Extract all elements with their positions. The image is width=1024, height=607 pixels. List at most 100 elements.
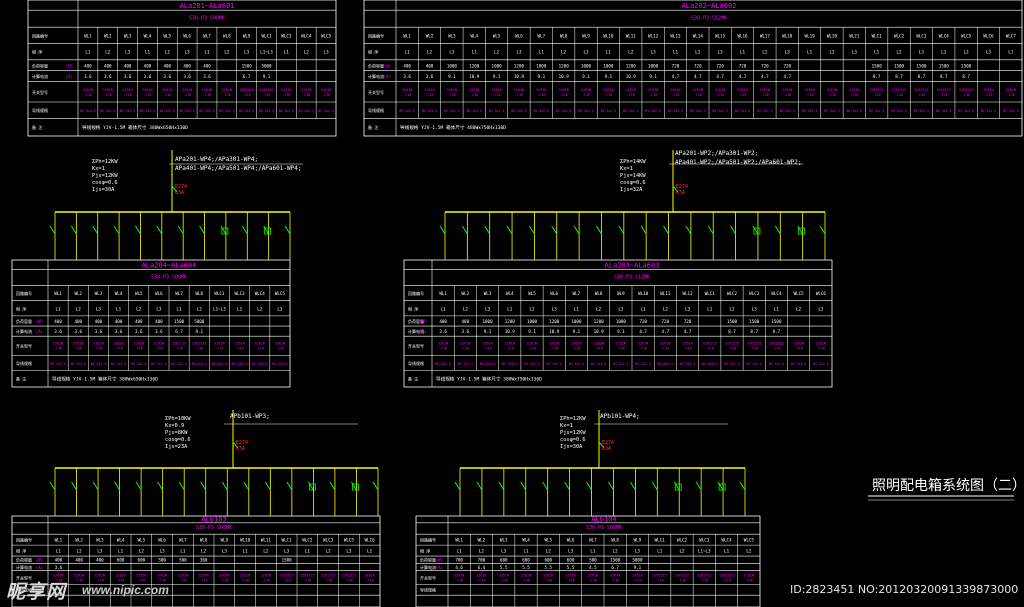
circuit-cell: WL1 <box>439 291 447 296</box>
breaker-rating: -C16 <box>604 93 612 97</box>
phase-cell: L3 <box>618 306 624 311</box>
feeder-source-label: APb101-WP3; <box>230 413 270 420</box>
breaker-type: S261N <box>1006 88 1016 92</box>
row-label: 计算电流 <box>16 328 32 334</box>
current-cell: 4.5 <box>589 565 597 570</box>
load-cell: 600 <box>567 558 575 563</box>
current-cell: 3.6 <box>164 74 172 79</box>
breaker-type: S261N <box>660 342 670 346</box>
unit-kw: (W) <box>36 319 43 324</box>
current-cell: 10.9 <box>594 329 605 334</box>
wire-spec: BV-3x2.5 <box>467 109 482 113</box>
wire-spec: BV-3x2.5 <box>232 362 247 366</box>
phase-cell: L3 <box>568 549 574 554</box>
branch-breaker-symbol <box>551 225 558 235</box>
phase-cell: L2 <box>796 306 802 311</box>
breaker-rating: -C16 <box>694 93 702 97</box>
load-cell: 360 <box>200 558 208 563</box>
wire-spec: BV-3x2.5 <box>569 362 584 366</box>
load-cell: 1500 <box>174 319 185 324</box>
breaker-rating: -C16 <box>124 93 132 97</box>
branch-breaker-symbol <box>178 481 185 491</box>
breaker-type: S261N <box>581 88 591 92</box>
load-cell: 720 <box>639 319 647 324</box>
wire-spec: BV-3x2.5 <box>192 362 207 366</box>
circuit-cell: WL8 <box>200 538 208 543</box>
breaker-rating: -C16 <box>104 93 112 97</box>
breaker-rating: -C16 <box>738 93 746 97</box>
load-cell: 600 <box>138 558 146 563</box>
phase-cell: L1 <box>243 549 249 554</box>
current-cell: 6.7 <box>611 565 619 570</box>
circuit-cell: WLC1 <box>282 538 293 543</box>
breaker-rating: -C16 <box>302 93 310 97</box>
current-cell: 9.1 <box>528 329 536 334</box>
branch-breaker-symbol <box>629 481 636 491</box>
phase-cell: L2 <box>679 549 685 554</box>
phase-cell: L2 <box>695 50 701 55</box>
incoming-breaker-rating: 63A <box>175 190 184 196</box>
circuit-cell: WLC5 <box>744 538 755 543</box>
breaker-rating: -C16 <box>572 347 580 351</box>
unit-amp: (A) <box>384 74 391 79</box>
breaker-rating: -C16 <box>671 93 679 97</box>
branch-breaker-symbol <box>586 481 592 491</box>
panel-note: 导线规格 YJV-1.5M 箱体尺寸 480Wx750Hx130D <box>400 124 506 131</box>
load-cell: 600 <box>500 558 508 563</box>
breaker-type: S262S15 <box>719 573 733 577</box>
circuit-cell: WL7 <box>175 291 183 296</box>
load-cell: 1500 <box>961 63 972 68</box>
wire-spec: BV-3x2.5 <box>399 109 414 113</box>
current-cell: 4.6 <box>455 565 463 570</box>
row-label: 相 序 <box>16 305 26 311</box>
row-label: 相 序 <box>16 548 26 554</box>
wire-spec: BV-3x2.5 <box>444 109 459 113</box>
row-label: 开关型号 <box>420 574 436 580</box>
circuit-cell: WL19 <box>805 33 816 38</box>
breaker-type: S262S15 <box>747 342 761 346</box>
breaker-type: S261N <box>744 573 754 577</box>
phase-cell: L3 <box>552 306 558 311</box>
row-label: 备 注 <box>368 124 378 130</box>
incoming-breaker-rating: 63A <box>676 190 685 196</box>
load-cell: 400 <box>144 63 152 68</box>
breaker-type: S262S15 <box>172 342 186 346</box>
circuit-cell: WL5 <box>135 291 143 296</box>
incoming-breaker-rating: 63A <box>236 446 245 452</box>
circuit-cell: WL2 <box>478 538 486 543</box>
branch-breaker-symbol <box>439 225 446 235</box>
phase-cell: L2 <box>663 306 669 311</box>
wire-spec: BV-3x2.5 <box>712 109 727 113</box>
load-cell: 400 <box>75 558 83 563</box>
breaker-rating: -C16 <box>582 93 590 97</box>
feeder-diagram-4: E27463AAPb101-WP4;ΣPh=12KWKx=1Pjs=12KWco… <box>454 410 746 516</box>
breaker-type: S261N <box>565 573 575 577</box>
row-label: 回路编号 <box>420 537 436 543</box>
breaker-rating: -C16 <box>276 347 284 351</box>
panel-note: 导线规格 YJV-1.5M 箱体尺寸 380Wx750Hx130D <box>436 376 542 383</box>
breaker-type: S261N <box>199 573 209 577</box>
circuit-cell: WL4 <box>115 291 123 296</box>
breaker-type: S262S15 <box>342 573 356 577</box>
breaker-type: S261N <box>365 573 375 577</box>
circuit-cell: WL21 <box>849 33 860 38</box>
circuit-cell: WL4 <box>117 538 125 543</box>
breaker-type: S261N <box>827 88 837 92</box>
wire-spec: BV-3x2.5 <box>160 109 175 113</box>
circuit-cell: WL11 <box>261 538 272 543</box>
circuit-cell: WL10 <box>603 33 614 38</box>
row-label: 导线规格 <box>368 107 384 113</box>
load-cell: 1500 <box>610 558 621 563</box>
current-cell: 4.7 <box>694 74 702 79</box>
breaker-type: S261N <box>275 342 285 346</box>
current-cell: 4.7 <box>672 74 680 79</box>
circuit-cell: WL10 <box>638 291 649 296</box>
branch-breaker-symbol <box>135 481 142 491</box>
unit-amp: (A) <box>420 329 427 334</box>
phase-cell: L3 <box>244 50 250 55</box>
current-cell: 10.9 <box>559 74 570 79</box>
feeder-source-label: APa201-WP2;/APa301-WP2; <box>675 150 758 157</box>
row-label: 备 注 <box>16 376 26 382</box>
circuit-cell: WL1 <box>455 538 463 543</box>
breaker-rating: -C16 <box>158 578 166 582</box>
